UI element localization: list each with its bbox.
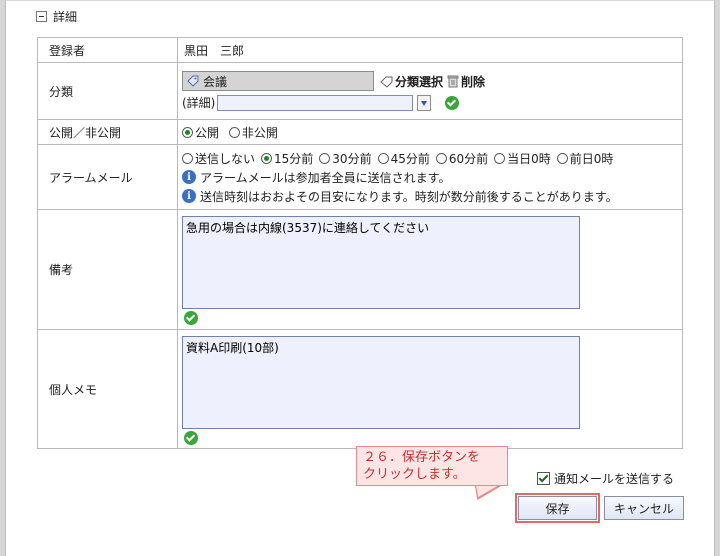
alarm-option-today[interactable]: 当日0時 bbox=[494, 150, 551, 167]
visibility-option-private-label: 非公開 bbox=[241, 125, 278, 140]
row-memo: 個人メモ 資料A印刷(10部) bbox=[37, 329, 683, 449]
alarm-option-60[interactable]: 60分前 bbox=[435, 150, 489, 167]
category-detail-input[interactable] bbox=[217, 94, 414, 111]
top-divider bbox=[6, 0, 714, 1]
row-category: 分類 会議 分類選択 削除 (詳細) bbox=[37, 62, 683, 120]
instruction-callout: ２６．保存ボタンを クリックします。 bbox=[356, 446, 508, 486]
row-registrant: 登録者 黒田 三郎 bbox=[37, 37, 683, 63]
radio-alarm-45[interactable] bbox=[377, 152, 389, 164]
remarks-label: 備考 bbox=[37, 209, 178, 330]
memo-cell: 資料A印刷(10部) bbox=[177, 329, 683, 449]
alarm-option-15-label: 15分前 bbox=[274, 151, 314, 166]
radio-alarm-15[interactable] bbox=[261, 152, 273, 164]
category-select-icon bbox=[380, 76, 393, 88]
radio-alarm-prevday[interactable] bbox=[556, 152, 568, 164]
alarm-option-60-label: 60分前 bbox=[448, 151, 489, 166]
section-header[interactable]: 詳細 bbox=[36, 8, 77, 24]
save-button[interactable]: 保存 bbox=[518, 496, 597, 520]
radio-public[interactable] bbox=[182, 126, 193, 138]
section-title: 詳細 bbox=[53, 9, 78, 24]
category-select-label: 分類選択 bbox=[395, 74, 444, 89]
tag-icon bbox=[187, 75, 199, 87]
check-ok-icon bbox=[184, 311, 198, 325]
category-delete-button[interactable]: 削除 bbox=[447, 73, 485, 90]
check-ok-icon bbox=[184, 430, 198, 445]
detail-table: 登録者 黒田 三郎 分類 会議 分類選択 削除 (詳細) 公開／非公開 公開 非… bbox=[37, 37, 683, 449]
alarm-info-text-2: 送信時刻はおおよその目安になります。時刻が数分前後することがあります。 bbox=[200, 189, 618, 204]
alarm-option-prevday[interactable]: 前日0時 bbox=[556, 150, 614, 167]
radio-alarm-30[interactable] bbox=[319, 152, 331, 164]
alarm-option-30[interactable]: 30分前 bbox=[319, 150, 372, 167]
remarks-textarea[interactable]: 急用の場合は内線(3537)に連絡してください bbox=[182, 216, 580, 309]
alarm-info-line-2: i 送信時刻はおおよその目安になります。時刻が数分前後することがあります。 bbox=[182, 187, 682, 206]
window-frame-right bbox=[714, 0, 720, 556]
alarm-option-prevday-label: 前日0時 bbox=[569, 151, 614, 166]
visibility-option-public[interactable]: 公開 bbox=[182, 124, 219, 141]
alarm-option-30-label: 30分前 bbox=[332, 151, 372, 166]
callout-line-1: ２６．保存ボタンを bbox=[363, 450, 481, 465]
notify-mail-option[interactable]: 通知メールを送信する bbox=[537, 470, 674, 487]
collapse-icon[interactable] bbox=[36, 10, 47, 22]
visibility-option-private[interactable]: 非公開 bbox=[228, 124, 278, 141]
category-tag-field: 会議 bbox=[182, 71, 374, 91]
trash-icon bbox=[447, 75, 459, 88]
alarm-label: アラームメール bbox=[37, 144, 178, 210]
alarm-option-45[interactable]: 45分前 bbox=[377, 150, 430, 167]
category-label: 分類 bbox=[37, 62, 178, 120]
memo-label: 個人メモ bbox=[37, 329, 178, 449]
row-alarm: アラームメール 送信しない 15分前 30分前 45分前 60分前 当日0時 前… bbox=[37, 144, 683, 210]
row-remarks: 備考 急用の場合は内線(3537)に連絡してください bbox=[37, 209, 683, 330]
alarm-info-text-1: アラームメールは参加者全員に送信されます。 bbox=[200, 170, 451, 185]
check-ok-icon bbox=[445, 95, 460, 110]
visibility-label: 公開／非公開 bbox=[37, 119, 178, 145]
remarks-cell: 急用の場合は内線(3537)に連絡してください bbox=[177, 209, 683, 330]
alarm-option-none[interactable]: 送信しない bbox=[182, 150, 255, 167]
registrant-value: 黒田 三郎 bbox=[177, 37, 683, 63]
radio-alarm-60[interactable] bbox=[435, 152, 447, 164]
category-cell: 会議 分類選択 削除 (詳細) bbox=[177, 62, 683, 120]
category-tag-text: 会議 bbox=[203, 74, 228, 89]
row-visibility: 公開／非公開 公開 非公開 bbox=[37, 119, 683, 145]
radio-alarm-none[interactable] bbox=[182, 152, 193, 164]
window-frame-left bbox=[0, 0, 6, 556]
info-icon: i bbox=[182, 170, 196, 184]
alarm-option-today-label: 当日0時 bbox=[507, 151, 551, 166]
callout-line-2: クリックします。 bbox=[363, 467, 466, 482]
memo-textarea[interactable]: 資料A印刷(10部) bbox=[182, 335, 580, 429]
notify-checkbox[interactable] bbox=[537, 472, 550, 485]
category-delete-label: 削除 bbox=[461, 74, 486, 89]
registrant-label: 登録者 bbox=[37, 37, 178, 63]
notify-label: 通知メールを送信する bbox=[554, 472, 675, 486]
radio-alarm-today[interactable] bbox=[494, 152, 506, 164]
alarm-option-15[interactable]: 15分前 bbox=[261, 150, 313, 167]
info-icon: i bbox=[182, 189, 196, 203]
chevron-down-icon[interactable] bbox=[417, 94, 432, 111]
radio-private[interactable] bbox=[228, 126, 240, 138]
alarm-cell: 送信しない 15分前 30分前 45分前 60分前 当日0時 前日0時 i アラ… bbox=[177, 144, 683, 210]
category-detail-label: (詳細) bbox=[182, 96, 216, 110]
visibility-option-public-label: 公開 bbox=[195, 125, 220, 140]
alarm-info-line-1: i アラームメールは参加者全員に送信されます。 bbox=[182, 168, 682, 187]
alarm-option-none-label: 送信しない bbox=[195, 151, 256, 166]
alarm-option-45-label: 45分前 bbox=[390, 151, 430, 166]
category-select-button[interactable]: 分類選択 bbox=[380, 73, 443, 90]
cancel-button[interactable]: キャンセル bbox=[604, 496, 684, 520]
visibility-cell: 公開 非公開 bbox=[177, 119, 683, 145]
